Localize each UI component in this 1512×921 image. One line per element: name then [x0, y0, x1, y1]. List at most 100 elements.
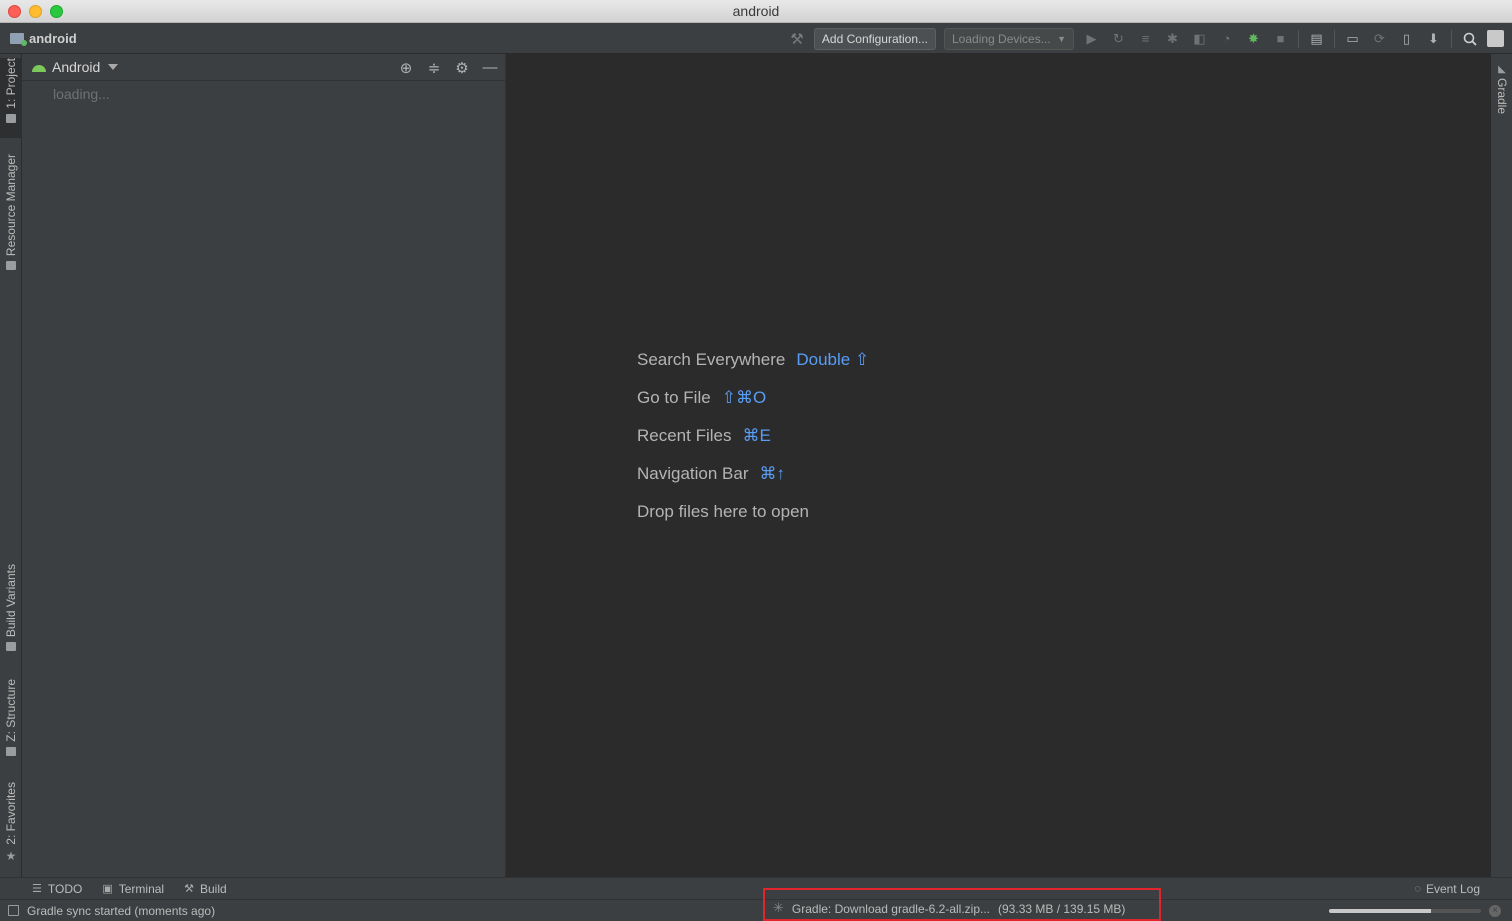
- hint-shortcut: ⌘↑: [759, 464, 786, 483]
- left-tool-stripe: 1: Project Resource Manager Build Varian…: [0, 54, 22, 877]
- status-bar: Gradle sync started (moments ago) ✳ Grad…: [0, 888, 1512, 921]
- attach-debugger-icon[interactable]: ✸: [1244, 29, 1263, 48]
- project-breadcrumb[interactable]: android: [0, 31, 77, 46]
- star-icon: ★: [5, 848, 17, 863]
- project-name: android: [29, 30, 77, 46]
- main-toolbar: android ⚒ Add Configuration... Loading D…: [0, 23, 1512, 54]
- tool-tab-gradle-label: Gradle: [1495, 78, 1509, 115]
- apply-changes-icon[interactable]: ↻: [1109, 29, 1128, 48]
- locate-file-icon[interactable]: ⊕: [397, 59, 415, 77]
- progress-task-text: Gradle: Download gradle-6.2-all.zip...: [791, 902, 991, 916]
- project-panel-header: Android ⊕ ≑ ⚙ —: [22, 54, 505, 81]
- editor-area[interactable]: Search Everywhere Double ⇧ Go to File ⇧⌘…: [506, 54, 1490, 877]
- status-message-area[interactable]: Gradle sync started (moments ago): [0, 904, 215, 918]
- tool-tab-terminal-label: Terminal: [118, 881, 165, 896]
- tool-tab-gradle[interactable]: ◣ Gradle: [1491, 64, 1512, 124]
- hint-shortcut: ⌘E: [742, 426, 771, 445]
- bottom-tool-tabs: ☰ TODO ▣ Terminal ⚒ Build ◌ Event Log: [0, 877, 1512, 899]
- android-icon: [32, 63, 46, 72]
- tool-tab-build-variants[interactable]: Build Variants: [0, 564, 22, 659]
- run-icon[interactable]: ▶: [1082, 29, 1101, 48]
- window-title: android: [732, 3, 780, 19]
- user-avatar-icon[interactable]: [1487, 30, 1504, 47]
- project-tool-window: Android ⊕ ≑ ⚙ — loading...: [22, 54, 506, 877]
- tool-tab-resource-manager-label: Resource Manager: [4, 154, 18, 257]
- project-tree-loading-text: loading...: [53, 86, 110, 102]
- tool-tab-build-variants-label: Build Variants: [4, 564, 18, 638]
- run-with-coverage-icon[interactable]: ◧: [1190, 29, 1209, 48]
- profile-icon[interactable]: ◔: [1217, 29, 1236, 48]
- hint-label: Go to File: [637, 388, 711, 407]
- hint-label: Navigation Bar: [637, 464, 749, 483]
- toolbar-separator: [1451, 29, 1452, 48]
- project-panel-tools: ⊕ ≑ ⚙ —: [397, 54, 499, 81]
- background-task-progress[interactable]: ✳ Gradle: Download gradle-6.2-all.zip...…: [763, 888, 1161, 921]
- device-selector-label: Loading Devices...: [952, 31, 1051, 46]
- avd-manager-icon[interactable]: ▯: [1397, 29, 1416, 48]
- toolbar-actions: ⚒ Add Configuration... Loading Devices..…: [788, 23, 1504, 54]
- title-bar: android: [0, 0, 1512, 23]
- collapse-all-icon[interactable]: ≑: [425, 59, 443, 77]
- hammer-icon: ⚒: [184, 883, 194, 895]
- tool-tab-terminal[interactable]: ▣ Terminal: [102, 882, 164, 896]
- hint-recent-files: Recent Files ⌘E: [637, 417, 869, 455]
- event-log-icon: ◌: [1414, 883, 1421, 895]
- right-tool-stripe: ◣ Gradle: [1490, 54, 1512, 877]
- window-controls: [8, 5, 63, 18]
- terminal-window-icon[interactable]: ▭: [1343, 29, 1362, 48]
- maximize-window-button[interactable]: [50, 5, 63, 18]
- spinner-icon: ✳: [773, 900, 784, 915]
- toolbar-separator: [1334, 29, 1335, 48]
- gear-icon[interactable]: ⚙: [453, 59, 471, 77]
- project-view-selector[interactable]: Android: [32, 59, 119, 75]
- search-icon[interactable]: [1460, 29, 1479, 48]
- make-project-hammer-icon[interactable]: ⚒: [788, 30, 806, 48]
- sdk-manager-icon[interactable]: ⬇: [1424, 29, 1443, 48]
- debug-icon[interactable]: ✱: [1163, 29, 1182, 48]
- project-structure-icon[interactable]: ▤: [1307, 29, 1326, 48]
- cancel-task-icon[interactable]: ×: [1489, 905, 1501, 917]
- tool-tab-resource-manager[interactable]: Resource Manager: [0, 154, 22, 279]
- tool-tab-build-label: Build: [199, 881, 227, 896]
- progress-size-text: (93.33 MB / 139.15 MB): [998, 902, 1126, 916]
- tool-tab-project-label: 1: Project: [4, 58, 18, 109]
- tool-tab-favorites-label: 2: Favorites: [4, 782, 18, 845]
- tool-tab-todo[interactable]: ☰ TODO: [32, 882, 82, 896]
- sync-gradle-icon[interactable]: ⟳: [1370, 29, 1389, 48]
- apply-code-changes-icon[interactable]: ≡: [1136, 29, 1155, 48]
- chevron-down-icon: [108, 64, 119, 70]
- tool-tab-event-log-label: Event Log: [1425, 882, 1480, 896]
- status-message: Gradle sync started (moments ago): [27, 903, 216, 918]
- minimize-window-button[interactable]: [29, 5, 42, 18]
- tool-tab-build[interactable]: ⚒ Build: [184, 882, 227, 896]
- tool-windows-toggle-icon[interactable]: [8, 905, 19, 916]
- close-window-button[interactable]: [8, 5, 21, 18]
- hint-search-everywhere: Search Everywhere Double ⇧: [637, 341, 869, 379]
- tool-tab-project[interactable]: 1: Project: [0, 58, 22, 138]
- tool-tab-event-log[interactable]: ◌ Event Log: [1414, 878, 1480, 900]
- hint-shortcut: Double ⇧: [796, 350, 870, 369]
- hint-label: Recent Files: [637, 426, 732, 445]
- resources-icon: [6, 261, 16, 271]
- toolbar-separator: [1298, 29, 1299, 48]
- tool-tab-favorites[interactable]: 2: Favorites ★: [0, 782, 22, 867]
- hint-label: Drop files here to open: [637, 502, 809, 521]
- project-view-label: Android: [52, 59, 101, 75]
- hint-shortcut: ⇧⌘O: [721, 388, 767, 407]
- hint-navigation-bar: Navigation Bar ⌘↑: [637, 455, 869, 493]
- hint-go-to-file: Go to File ⇧⌘O: [637, 379, 869, 417]
- hint-label: Search Everywhere: [637, 350, 786, 369]
- hint-drop-files: Drop files here to open: [637, 493, 869, 531]
- tool-tab-todo-label: TODO: [47, 881, 83, 896]
- stop-icon[interactable]: ■: [1271, 29, 1290, 48]
- progress-bar: [1329, 909, 1481, 913]
- tool-tab-structure[interactable]: Z: Structure: [0, 679, 22, 764]
- device-selector[interactable]: Loading Devices... ▼: [944, 27, 1074, 50]
- progress-bar-fill: [1329, 909, 1431, 913]
- tool-tab-structure-label: Z: Structure: [4, 679, 18, 742]
- terminal-icon: ▣: [102, 883, 113, 895]
- list-icon: ☰: [32, 883, 42, 895]
- add-configuration-button[interactable]: Add Configuration...: [813, 27, 936, 50]
- android-icon: [6, 642, 16, 652]
- hide-panel-icon[interactable]: —: [481, 59, 499, 76]
